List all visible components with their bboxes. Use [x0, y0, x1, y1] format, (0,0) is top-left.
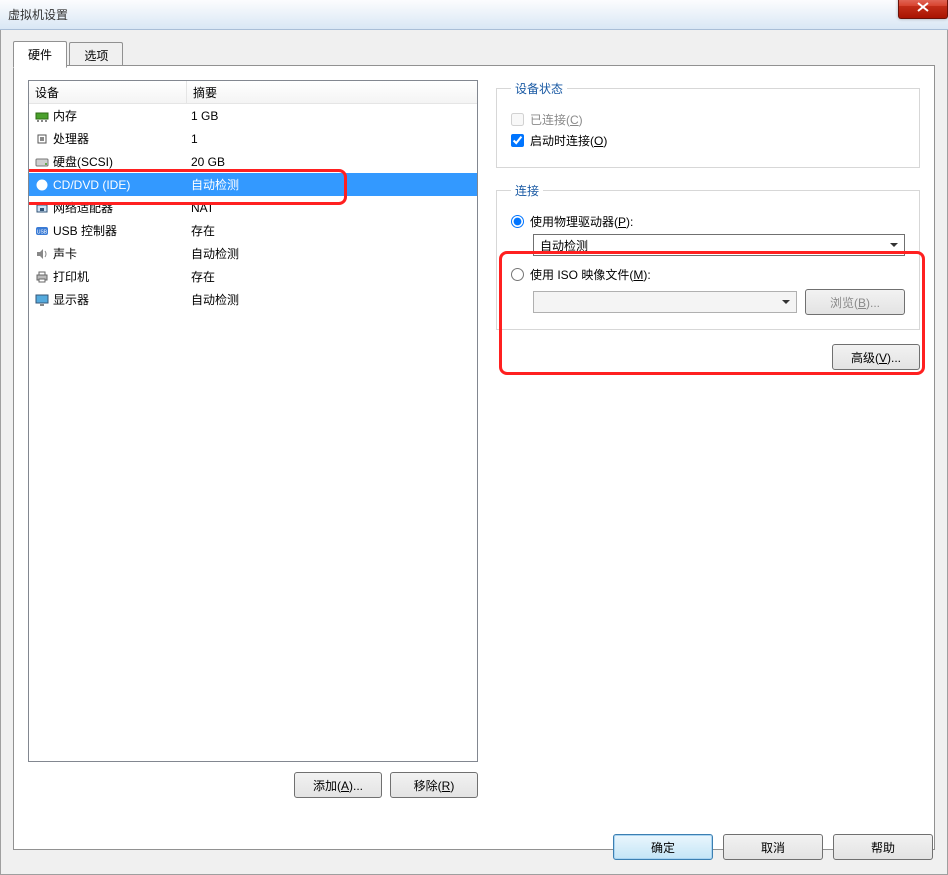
list-item-sound[interactable]: 声卡 自动检测: [29, 242, 477, 265]
list-item-network[interactable]: 网络适配器 NAT: [29, 196, 477, 219]
sound-icon: [33, 246, 51, 262]
ok-button[interactable]: 确定: [613, 834, 713, 860]
list-item-summary: 自动检测: [189, 245, 477, 262]
list-item-summary: 存在: [189, 222, 477, 239]
close-button[interactable]: [898, 0, 948, 19]
connection-legend: 连接: [511, 182, 543, 199]
cd-icon: [33, 177, 51, 193]
tab-hardware-label: 硬件: [28, 48, 52, 62]
physical-drive-dropdown[interactable]: 自动检测: [533, 234, 905, 256]
tab-options-label: 选项: [84, 49, 108, 63]
list-item-label: 声卡: [51, 245, 189, 262]
tab-strip: 硬件 选项: [13, 40, 935, 65]
svg-text:USB: USB: [37, 229, 48, 235]
remove-device-button[interactable]: 移除(R): [390, 772, 478, 798]
use-iso-radio-input[interactable]: [511, 268, 524, 281]
printer-icon: [33, 269, 51, 285]
title-bar: 虚拟机设置: [0, 0, 948, 30]
window-title: 虚拟机设置: [8, 6, 68, 23]
list-item-label: 网络适配器: [51, 199, 189, 216]
list-item-display[interactable]: 显示器 自动检测: [29, 288, 477, 311]
list-item-label: USB 控制器: [51, 222, 189, 239]
list-item-summary: 自动检测: [189, 291, 477, 308]
list-item-label: 显示器: [51, 291, 189, 308]
list-item-summary: NAT: [189, 201, 477, 215]
connected-checkbox: 已连接(C): [511, 111, 905, 128]
list-item-label: 打印机: [51, 268, 189, 285]
device-status-group: 设备状态 已连接(C) 启动时连接(O): [496, 80, 920, 168]
list-item-harddisk[interactable]: 硬盘(SCSI) 20 GB: [29, 150, 477, 173]
cpu-icon: [33, 131, 51, 147]
use-physical-radio[interactable]: 使用物理驱动器(P):: [511, 213, 905, 230]
physical-drive-value: 自动检测: [540, 237, 588, 254]
use-physical-label: 使用物理驱动器(P):: [530, 213, 633, 230]
nic-icon: [33, 200, 51, 216]
use-iso-radio[interactable]: 使用 ISO 映像文件(M):: [511, 266, 905, 283]
list-item-cddvd[interactable]: CD/DVD (IDE) 自动检测: [29, 173, 477, 196]
header-device[interactable]: 设备: [29, 81, 187, 103]
connection-group: 连接 使用物理驱动器(P): 自动检测 使用 ISO 映像文件(M):: [496, 182, 920, 330]
use-iso-label: 使用 ISO 映像文件(M):: [530, 266, 651, 283]
list-item-label: 处理器: [51, 130, 189, 147]
device-list[interactable]: 设备 摘要 内存 1 GB 处理器: [28, 80, 478, 762]
list-item-summary: 1 GB: [189, 109, 477, 123]
list-item-memory[interactable]: 内存 1 GB: [29, 104, 477, 127]
list-item-label: CD/DVD (IDE): [51, 178, 189, 192]
dialog-footer: 确定 取消 帮助: [613, 834, 933, 860]
connected-checkbox-input: [511, 113, 524, 126]
list-item-label: 硬盘(SCSI): [51, 153, 189, 170]
list-item-summary: 1: [189, 132, 477, 146]
device-status-legend: 设备状态: [511, 80, 567, 97]
connect-at-poweron-checkbox[interactable]: 启动时连接(O): [511, 132, 905, 149]
list-item-summary: 20 GB: [189, 155, 477, 169]
use-physical-radio-input[interactable]: [511, 215, 524, 228]
iso-path-combobox: [533, 291, 797, 313]
connect-at-poweron-label: 启动时连接(O): [530, 132, 607, 149]
list-item-label: 内存: [51, 107, 189, 124]
close-icon: [917, 2, 929, 12]
list-item-processor[interactable]: 处理器 1: [29, 127, 477, 150]
cancel-button[interactable]: 取消: [723, 834, 823, 860]
usb-icon: USB: [33, 223, 51, 239]
memory-icon: [33, 108, 51, 124]
dialog-client-area: 硬件 选项 设备 摘要 内存 1 GB: [0, 30, 948, 875]
list-item-usb[interactable]: USB USB 控制器 存在: [29, 219, 477, 242]
list-item-summary: 自动检测: [189, 176, 477, 193]
list-item-summary: 存在: [189, 268, 477, 285]
advanced-button[interactable]: 高级(V)...: [832, 344, 920, 370]
connected-label: 已连接(C): [530, 111, 583, 128]
tab-page-hardware: 设备 摘要 内存 1 GB 处理器: [13, 65, 935, 850]
device-list-header: 设备 摘要: [29, 81, 477, 104]
tab-hardware[interactable]: 硬件: [13, 41, 67, 68]
display-icon: [33, 292, 51, 308]
list-item-printer[interactable]: 打印机 存在: [29, 265, 477, 288]
help-button[interactable]: 帮助: [833, 834, 933, 860]
connect-at-poweron-input[interactable]: [511, 134, 524, 147]
browse-button: 浏览(B)...: [805, 289, 905, 315]
add-device-button[interactable]: 添加(A)...: [294, 772, 382, 798]
header-summary[interactable]: 摘要: [187, 81, 477, 103]
disk-icon: [33, 154, 51, 170]
